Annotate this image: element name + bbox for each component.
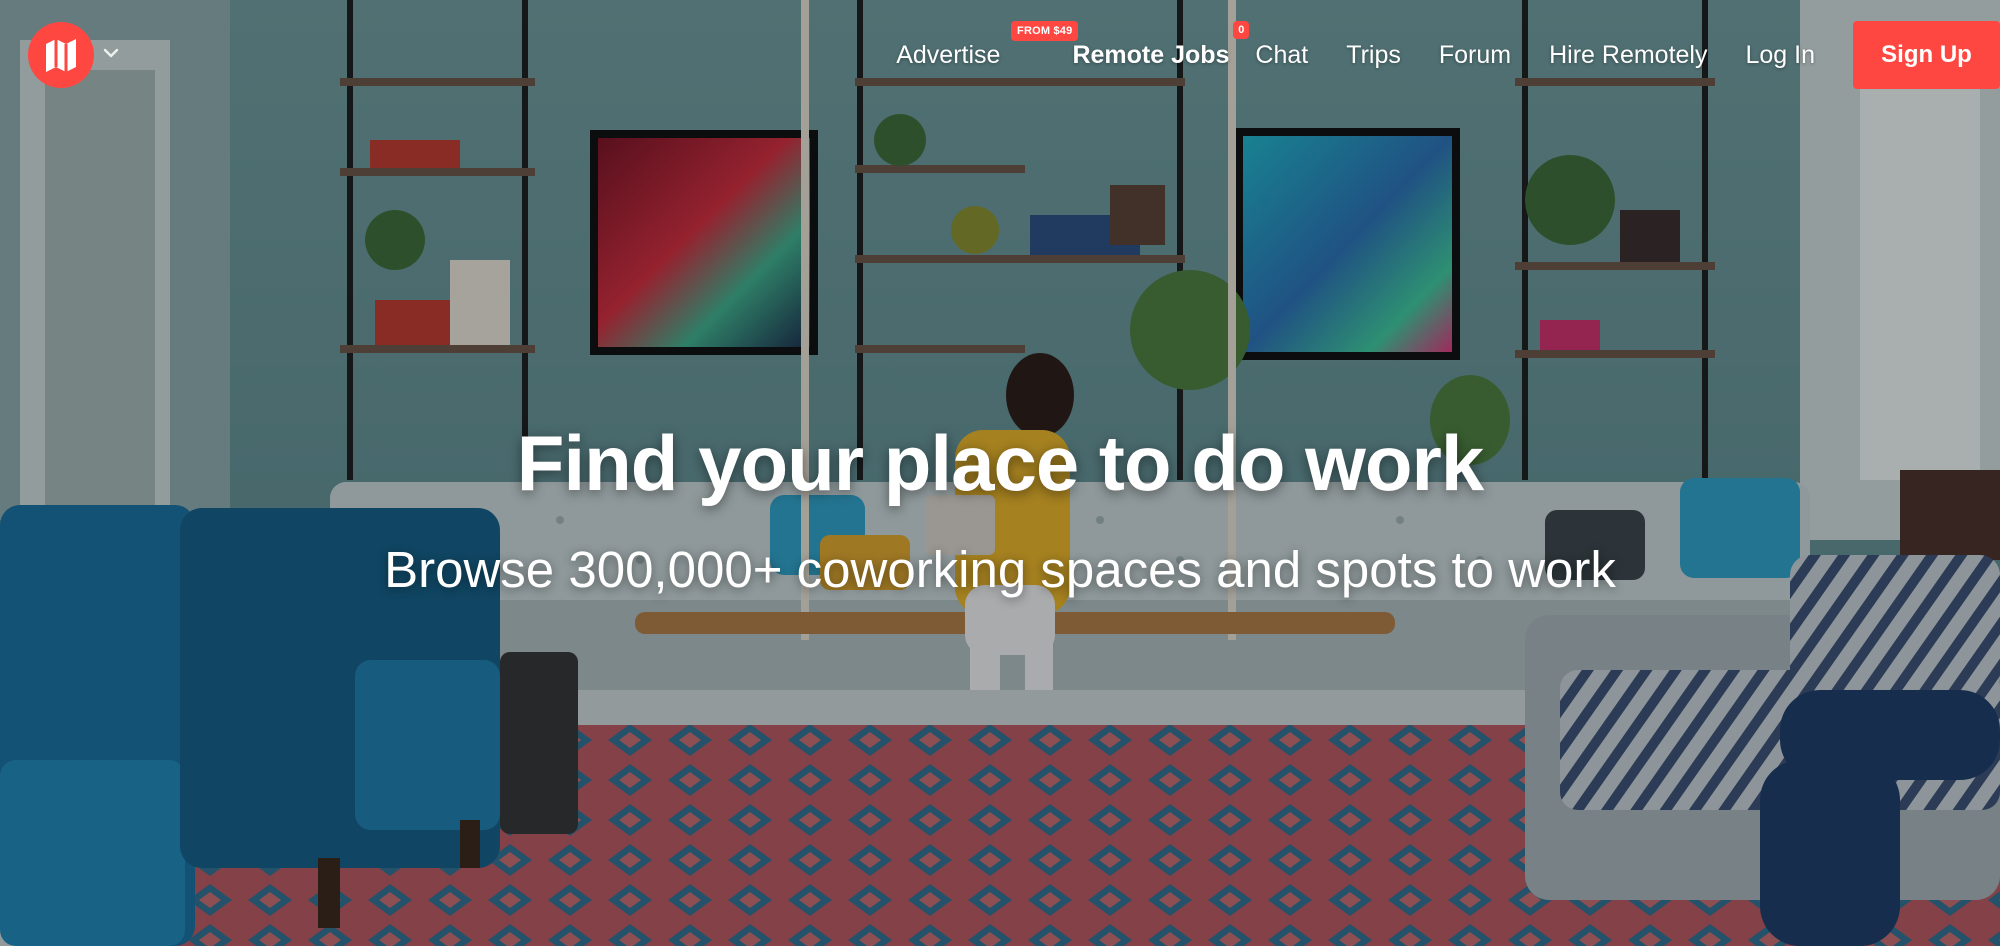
nav-remote-jobs[interactable]: Remote Jobs 0 (1072, 20, 1250, 70)
price-badge: FROM $49 (1011, 20, 1079, 41)
sign-up-label: Sign Up (1881, 41, 1972, 68)
nav-trips-label: Trips (1346, 40, 1401, 69)
chevron-down-icon[interactable] (100, 42, 122, 64)
nav-remote-jobs-label: Remote Jobs (1072, 40, 1230, 69)
nav-advertise-label: Advertise (896, 40, 1001, 69)
top-nav: Advertise FROM $49 Remote Jobs 0 Chat Tr… (896, 0, 2000, 110)
nav-chat-label: Chat (1255, 40, 1309, 69)
nav-hire-remotely-label: Hire Remotely (1549, 40, 1708, 69)
nav-trips[interactable]: Trips (1346, 41, 1401, 70)
hero-headline: Find your place to do work (516, 419, 1484, 507)
nav-hire-remotely[interactable]: Hire Remotely (1549, 41, 1707, 70)
nav-log-in-label: Log In (1745, 40, 1815, 69)
logo-button[interactable] (28, 22, 94, 88)
map-logo-icon (46, 39, 76, 72)
count-badge: 0 (1233, 20, 1250, 39)
page: Advertise FROM $49 Remote Jobs 0 Chat Tr… (0, 0, 2000, 946)
nav-log-in[interactable]: Log In (1745, 41, 1815, 70)
nav-forum-label: Forum (1438, 40, 1512, 69)
hero-subheadline: Browse 300,000+ coworking spaces and spo… (384, 541, 1616, 598)
sign-up-button[interactable]: Sign Up (1853, 21, 2000, 89)
nav-forum[interactable]: Forum (1439, 41, 1511, 70)
nav-chat[interactable]: Chat (1255, 41, 1308, 70)
nav-advertise[interactable]: Advertise FROM $49 (896, 20, 1079, 70)
